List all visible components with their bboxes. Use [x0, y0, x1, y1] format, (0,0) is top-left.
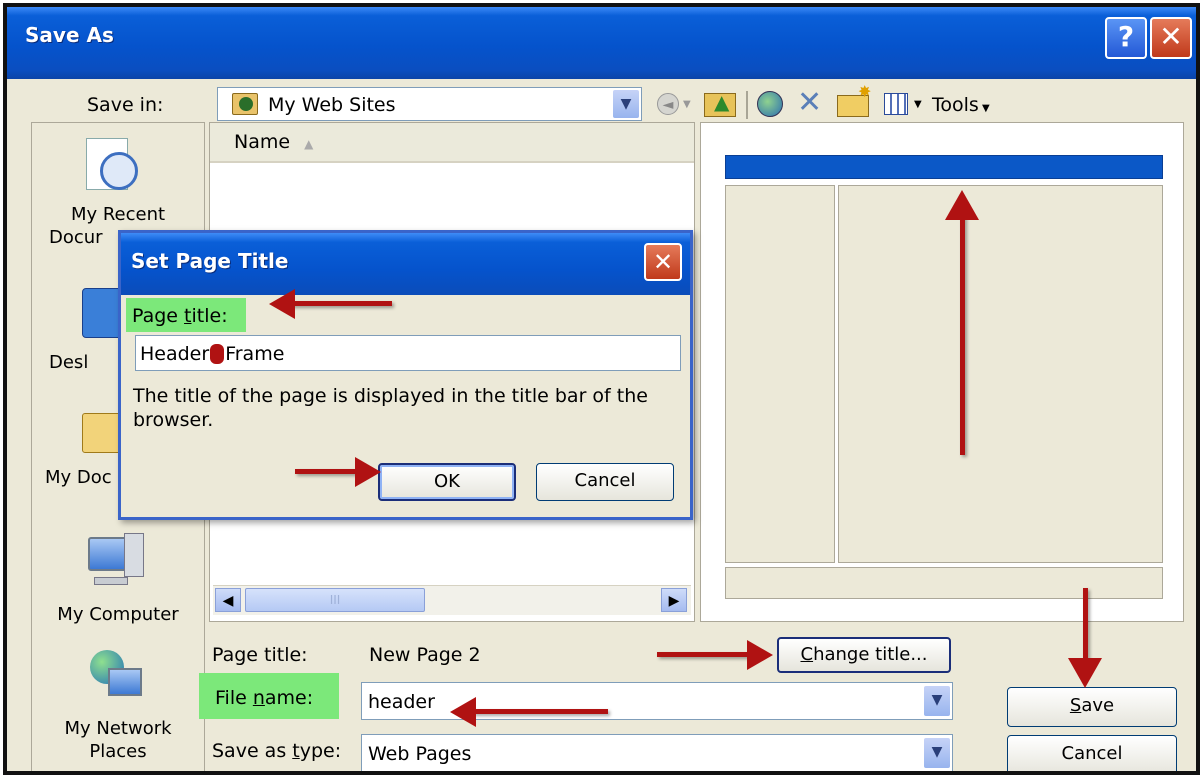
computer-icon[interactable]: [88, 533, 148, 593]
help-button[interactable]: ?: [1105, 17, 1147, 59]
save-as-type-label: Save as type:: [212, 740, 342, 762]
frames-preview: [700, 122, 1184, 622]
place-label-desktop[interactable]: Desl: [49, 351, 88, 374]
tools-menu[interactable]: Tools ▼: [932, 94, 990, 116]
recent-documents-icon[interactable]: [82, 138, 142, 194]
ok-button[interactable]: OK: [378, 463, 516, 501]
scroll-left-icon[interactable]: ◀: [215, 588, 241, 612]
annotation-arrow-preview-header: [945, 190, 979, 455]
page-title-input-text: Header Frame: [140, 343, 285, 365]
save-in-label: Save in:: [87, 94, 164, 116]
file-name-label: File name:: [215, 687, 314, 709]
preview-header-frame: [725, 155, 1163, 179]
save-in-value: My Web Sites: [268, 94, 396, 116]
search-web-icon[interactable]: [757, 91, 783, 117]
save-as-type-field[interactable]: Web Pages ▼: [361, 734, 953, 771]
scroll-thumb[interactable]: III: [245, 588, 425, 612]
cancel-button[interactable]: Cancel: [1007, 735, 1177, 771]
place-label-my-computer[interactable]: My Computer: [32, 603, 204, 626]
window-title: Save As: [25, 23, 114, 47]
file-name-value: header: [368, 691, 435, 713]
place-label-network[interactable]: My Network Places: [32, 717, 204, 763]
save-in-combo[interactable]: My Web Sites ▼: [217, 87, 642, 121]
chevron-down-icon[interactable]: ▼: [613, 90, 639, 118]
place-label-my-documents[interactable]: My Doc: [45, 466, 112, 489]
dialog-title: Set Page Title: [131, 249, 289, 273]
dialog-description: The title of the page is displayed in th…: [133, 385, 648, 431]
dialog-close-button[interactable]: ✕: [644, 243, 682, 281]
title-bar: Save As ? ✕: [7, 7, 1196, 79]
annotation-arrow-ok: [295, 457, 381, 487]
chevron-down-icon[interactable]: ▼: [924, 738, 950, 768]
views-dropdown-icon[interactable]: ▼: [914, 99, 922, 110]
dialog-cancel-button[interactable]: Cancel: [536, 463, 674, 501]
annotation-arrow-change-title: [657, 640, 773, 670]
page-title-label: Page title:: [212, 644, 308, 666]
list-header: Name ▲: [210, 123, 694, 163]
annotation-arrow-file-name: [450, 697, 610, 727]
preview-main-frame: [838, 185, 1163, 563]
folder-web-icon: [232, 93, 258, 115]
back-icon[interactable]: ◄: [657, 93, 679, 115]
chevron-down-icon[interactable]: ▼: [924, 686, 950, 716]
dialog-page-title-label: Page title:: [132, 305, 228, 327]
back-dropdown-icon[interactable]: ▼: [683, 99, 691, 110]
horizontal-scrollbar[interactable]: ◀ III ▶: [213, 585, 691, 615]
change-title-button[interactable]: Change title...: [777, 637, 951, 673]
save-as-window: Save As ? ✕ Save in: My Web Sites ▼ ◄ ▼ …: [3, 3, 1200, 775]
annotation-arrow-page-title: [269, 289, 394, 319]
delete-icon[interactable]: ✕: [797, 85, 822, 120]
network-places-icon[interactable]: [90, 650, 150, 710]
dialog-title-bar: Set Page Title ✕: [121, 233, 690, 295]
column-header-name[interactable]: Name ▲: [234, 131, 313, 153]
save-button[interactable]: Save: [1007, 687, 1177, 727]
page-title-input[interactable]: Header Frame: [135, 335, 681, 371]
page-title-value: New Page 2: [369, 644, 481, 666]
save-as-type-value: Web Pages: [368, 743, 472, 765]
annotation-arrow-save: [1068, 588, 1102, 688]
scroll-right-icon[interactable]: ▶: [661, 588, 687, 612]
up-folder-icon[interactable]: ▲: [704, 90, 736, 117]
set-page-title-dialog: Set Page Title ✕ Page title: Header Frame…: [118, 230, 693, 520]
views-icon[interactable]: [884, 93, 908, 115]
preview-left-frame: [725, 185, 835, 563]
new-folder-icon[interactable]: ✸: [837, 82, 871, 117]
toolbar-separator: [746, 91, 748, 119]
close-button[interactable]: ✕: [1150, 17, 1192, 59]
